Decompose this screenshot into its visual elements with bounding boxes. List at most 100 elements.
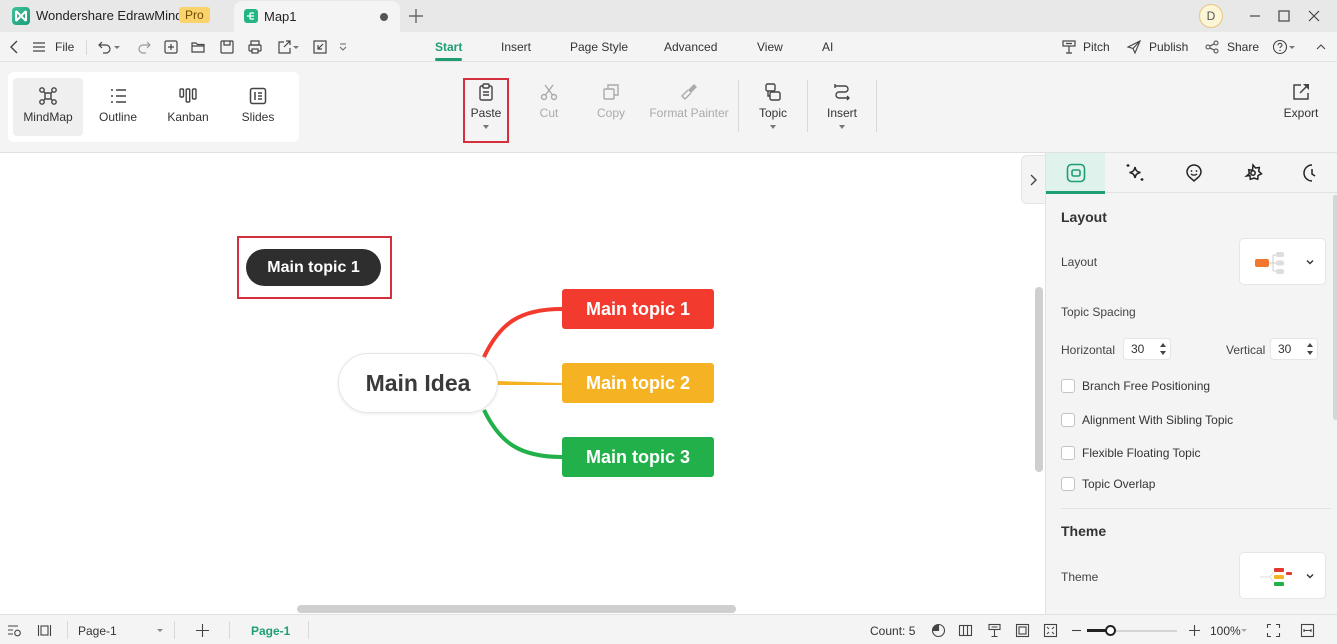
checkbox[interactable]	[1061, 413, 1075, 427]
horizontal-spacing-input[interactable]: 30	[1123, 338, 1171, 360]
menu-tab-view[interactable]: View	[757, 40, 783, 54]
zoom-in-button[interactable]	[1187, 623, 1202, 638]
redo-icon[interactable]	[136, 39, 152, 55]
add-page-button[interactable]	[195, 623, 210, 638]
menu-tab-advanced[interactable]: Advanced	[664, 40, 717, 54]
panel-tab-layout[interactable]	[1046, 153, 1105, 194]
undo-dropdown-icon[interactable]	[113, 39, 121, 55]
topic-dropdown-icon[interactable]	[770, 125, 776, 129]
chevron-down-icon	[1306, 574, 1314, 579]
page-dropdown-icon[interactable]	[156, 623, 164, 638]
checkbox[interactable]	[1061, 477, 1075, 491]
zoom-level[interactable]: 100%	[1210, 624, 1241, 638]
export-share-icon[interactable]	[276, 39, 292, 55]
fullscreen-icon[interactable]	[1266, 623, 1281, 638]
zoom-slider-handle[interactable]	[1104, 625, 1116, 636]
document-tab[interactable]: Map1	[234, 1, 400, 32]
page-tab-active[interactable]: Page-1	[251, 624, 290, 638]
hamburger-menu-icon[interactable]	[31, 39, 47, 55]
fit-width-icon[interactable]	[1300, 623, 1315, 638]
insert-button[interactable]: Insert	[825, 76, 859, 129]
unsaved-dot-icon[interactable]	[380, 13, 388, 21]
checkbox[interactable]	[1061, 446, 1075, 460]
menu-tab-ai[interactable]: AI	[822, 40, 833, 54]
mindmap-canvas[interactable]: Main topic 1 Main Idea Main topic 1 Main…	[0, 153, 1045, 614]
help-icon[interactable]	[1272, 39, 1288, 55]
divider	[174, 621, 175, 639]
back-icon[interactable]	[7, 39, 23, 55]
pitch-button[interactable]: Pitch	[1083, 40, 1110, 54]
checkbox-topic-overlap[interactable]: Topic Overlap	[1061, 476, 1155, 492]
share-button[interactable]: Share	[1227, 40, 1259, 54]
mindmap-file-icon	[244, 9, 258, 23]
more-tools-icon[interactable]	[337, 39, 349, 55]
horizontal-scrollbar[interactable]	[297, 605, 736, 613]
maximize-button[interactable]	[1274, 6, 1294, 26]
view-slides-button[interactable]: Slides	[223, 78, 293, 136]
file-menu[interactable]: File	[55, 40, 74, 54]
open-folder-icon[interactable]	[190, 39, 206, 55]
spinner-arrows-icon[interactable]	[1160, 342, 1166, 356]
view-mindmap-button[interactable]: MindMap	[13, 78, 83, 136]
panel-tab-ai[interactable]	[1105, 153, 1164, 193]
outline-location-icon[interactable]	[7, 623, 22, 638]
checkbox-flexible-floating-topic[interactable]: Flexible Floating Topic	[1061, 445, 1201, 461]
new-tab-button[interactable]	[408, 5, 424, 24]
checkbox[interactable]	[1061, 379, 1075, 393]
print-icon[interactable]	[247, 39, 263, 55]
view-outline-button[interactable]: Outline	[83, 78, 153, 136]
flower-icon	[1243, 163, 1263, 181]
help-dropdown-icon[interactable]	[1288, 39, 1296, 55]
layout-select[interactable]	[1239, 238, 1326, 285]
view-mindmap-label: MindMap	[23, 110, 73, 124]
page-select[interactable]: Page-1	[78, 624, 117, 638]
layout-icon	[1066, 163, 1085, 183]
menu-tab-page-style[interactable]: Page Style	[570, 40, 628, 54]
vertical-scrollbar[interactable]	[1035, 287, 1043, 472]
vertical-spacing-input[interactable]: 30	[1270, 338, 1318, 360]
zoom-dropdown-icon[interactable]	[1240, 623, 1248, 638]
panel-toggle-button[interactable]	[1021, 155, 1045, 204]
export-dropdown-icon[interactable]	[292, 39, 300, 55]
mouse-mode-icon[interactable]	[931, 623, 946, 638]
spinner-arrows-icon[interactable]	[1307, 342, 1313, 356]
checkbox-label: Alignment With Sibling Topic	[1082, 413, 1234, 427]
new-file-icon[interactable]	[163, 39, 179, 55]
collapse-ribbon-icon[interactable]	[1313, 39, 1329, 55]
copy-button[interactable]: Copy	[594, 76, 628, 120]
undo-icon[interactable]	[97, 39, 113, 55]
panel-scrollbar[interactable]	[1333, 195, 1337, 420]
panel-tab-history[interactable]	[1282, 153, 1337, 193]
main-topic-1[interactable]: Main topic 1	[562, 289, 714, 329]
main-topic-2[interactable]: Main topic 2	[562, 363, 714, 403]
menu-tab-start[interactable]: Start	[435, 40, 463, 61]
export-button[interactable]: Export	[1281, 76, 1321, 120]
save-icon[interactable]	[219, 39, 235, 55]
minimize-button[interactable]	[1245, 6, 1265, 26]
view-kanban-button[interactable]: Kanban	[153, 78, 223, 136]
checkbox-alignment-with-sibling-topic[interactable]: Alignment With Sibling Topic	[1061, 412, 1233, 428]
menu-tab-insert[interactable]: Insert	[501, 40, 531, 54]
book-view-icon[interactable]	[958, 623, 973, 638]
checkbox-branch-free-positioning[interactable]: Branch Free Positioning	[1061, 378, 1210, 394]
close-button[interactable]	[1304, 6, 1324, 26]
cut-button[interactable]: Cut	[535, 76, 563, 120]
floating-topic[interactable]: Main topic 1	[246, 249, 381, 286]
zoom-out-button[interactable]	[1069, 623, 1084, 638]
presentation-icon[interactable]	[987, 623, 1002, 638]
publish-button[interactable]: Publish	[1149, 40, 1188, 54]
panel-tab-theme-style[interactable]	[1223, 153, 1282, 193]
format-painter-button[interactable]: Format Painter	[649, 76, 729, 120]
pro-badge[interactable]: Pro	[179, 7, 210, 23]
panel-tab-sticker[interactable]	[1164, 153, 1223, 193]
main-topic-3[interactable]: Main topic 3	[562, 437, 714, 477]
fit-screen-icon[interactable]	[1043, 623, 1058, 638]
user-avatar[interactable]: D	[1199, 4, 1223, 28]
theme-select[interactable]	[1239, 552, 1326, 599]
import-icon[interactable]	[312, 39, 328, 55]
topic-button[interactable]: Topic	[757, 76, 789, 129]
central-topic[interactable]: Main Idea	[338, 353, 498, 413]
fit-page-icon[interactable]	[1015, 623, 1030, 638]
page-view-icon[interactable]	[37, 623, 52, 638]
insert-dropdown-icon[interactable]	[839, 125, 845, 129]
